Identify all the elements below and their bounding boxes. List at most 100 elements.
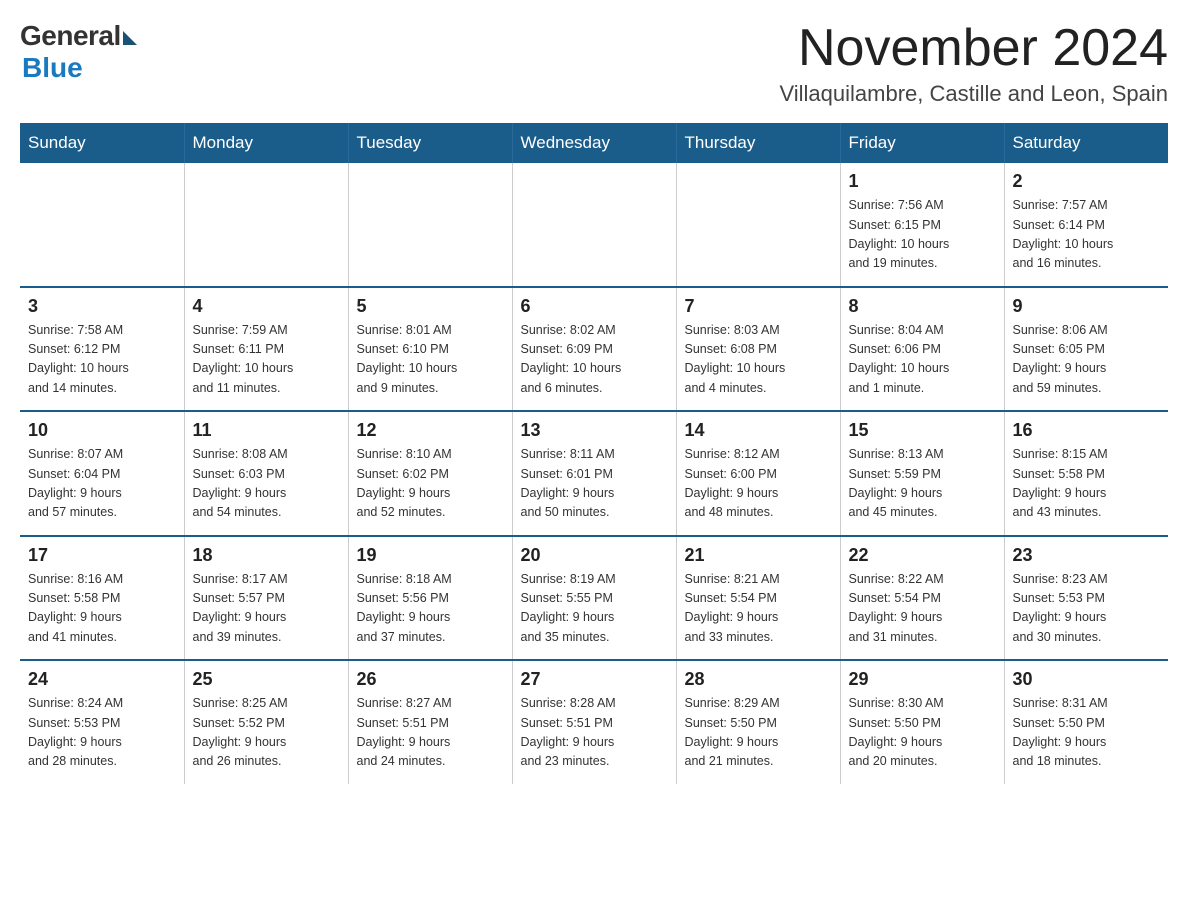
day-number: 1 — [849, 171, 996, 192]
logo-blue-text: Blue — [22, 52, 83, 84]
day-number: 29 — [849, 669, 996, 690]
day-number: 15 — [849, 420, 996, 441]
day-number: 2 — [1013, 171, 1161, 192]
day-cell: 29 Sunrise: 8:30 AM Sunset: 5:50 PM Dayli… — [840, 660, 1004, 784]
day-cell: 13 Sunrise: 8:11 AM Sunset: 6:01 PM Dayli… — [512, 411, 676, 536]
day-cell: 27 Sunrise: 8:28 AM Sunset: 5:51 PM Dayli… — [512, 660, 676, 784]
day-info: Sunrise: 7:59 AM Sunset: 6:11 PM Dayligh… — [193, 321, 340, 399]
day-cell: 15 Sunrise: 8:13 AM Sunset: 5:59 PM Dayli… — [840, 411, 1004, 536]
day-info: Sunrise: 7:57 AM Sunset: 6:14 PM Dayligh… — [1013, 196, 1161, 274]
location-subtitle: Villaquilambre, Castille and Leon, Spain — [779, 81, 1168, 107]
day-info: Sunrise: 8:13 AM Sunset: 5:59 PM Dayligh… — [849, 445, 996, 523]
day-info: Sunrise: 8:04 AM Sunset: 6:06 PM Dayligh… — [849, 321, 996, 399]
logo-general-text: General — [20, 20, 121, 52]
day-number: 7 — [685, 296, 832, 317]
logo-arrow-icon — [123, 31, 137, 45]
day-info: Sunrise: 8:17 AM Sunset: 5:57 PM Dayligh… — [193, 570, 340, 648]
day-cell: 17Sunrise: 8:16 AM Sunset: 5:58 PM Dayli… — [20, 536, 184, 661]
day-cell — [20, 163, 184, 287]
day-info: Sunrise: 8:15 AM Sunset: 5:58 PM Dayligh… — [1013, 445, 1161, 523]
day-cell: 16 Sunrise: 8:15 AM Sunset: 5:58 PM Dayli… — [1004, 411, 1168, 536]
header: General Blue November 2024 Villaquilambr… — [20, 20, 1168, 107]
day-number: 9 — [1013, 296, 1161, 317]
calendar-header: SundayMondayTuesdayWednesdayThursdayFrid… — [20, 123, 1168, 163]
day-cell: 8 Sunrise: 8:04 AM Sunset: 6:06 PM Daylig… — [840, 287, 1004, 412]
day-cell: 18 Sunrise: 8:17 AM Sunset: 5:57 PM Dayli… — [184, 536, 348, 661]
day-cell: 25 Sunrise: 8:25 AM Sunset: 5:52 PM Dayli… — [184, 660, 348, 784]
day-number: 3 — [28, 296, 176, 317]
day-cell: 5 Sunrise: 8:01 AM Sunset: 6:10 PM Daylig… — [348, 287, 512, 412]
day-cell: 2 Sunrise: 7:57 AM Sunset: 6:14 PM Daylig… — [1004, 163, 1168, 287]
day-cell: 9Sunrise: 8:06 AM Sunset: 6:05 PM Daylig… — [1004, 287, 1168, 412]
day-info: Sunrise: 8:03 AM Sunset: 6:08 PM Dayligh… — [685, 321, 832, 399]
day-number: 10 — [28, 420, 176, 441]
day-info: Sunrise: 8:07 AM Sunset: 6:04 PM Dayligh… — [28, 445, 176, 523]
day-number: 11 — [193, 420, 340, 441]
day-info: Sunrise: 8:18 AM Sunset: 5:56 PM Dayligh… — [357, 570, 504, 648]
day-cell: 24 Sunrise: 8:24 AM Sunset: 5:53 PM Dayli… — [20, 660, 184, 784]
day-info: Sunrise: 7:56 AM Sunset: 6:15 PM Dayligh… — [849, 196, 996, 274]
day-cell: 10 Sunrise: 8:07 AM Sunset: 6:04 PM Dayli… — [20, 411, 184, 536]
day-info: Sunrise: 8:31 AM Sunset: 5:50 PM Dayligh… — [1013, 694, 1161, 772]
day-cell: 21Sunrise: 8:21 AM Sunset: 5:54 PM Dayli… — [676, 536, 840, 661]
day-number: 24 — [28, 669, 176, 690]
week-row-4: 17Sunrise: 8:16 AM Sunset: 5:58 PM Dayli… — [20, 536, 1168, 661]
day-cell: 6 Sunrise: 8:02 AM Sunset: 6:09 PM Daylig… — [512, 287, 676, 412]
day-number: 20 — [521, 545, 668, 566]
day-number: 16 — [1013, 420, 1161, 441]
day-cell: 26 Sunrise: 8:27 AM Sunset: 5:51 PM Dayli… — [348, 660, 512, 784]
day-cell — [184, 163, 348, 287]
day-number: 19 — [357, 545, 504, 566]
day-number: 5 — [357, 296, 504, 317]
day-number: 30 — [1013, 669, 1161, 690]
day-number: 25 — [193, 669, 340, 690]
day-number: 13 — [521, 420, 668, 441]
calendar-table: SundayMondayTuesdayWednesdayThursdayFrid… — [20, 123, 1168, 784]
header-cell-sunday: Sunday — [20, 123, 184, 163]
day-cell: 30 Sunrise: 8:31 AM Sunset: 5:50 PM Dayli… — [1004, 660, 1168, 784]
day-cell — [348, 163, 512, 287]
week-row-5: 24 Sunrise: 8:24 AM Sunset: 5:53 PM Dayli… — [20, 660, 1168, 784]
day-info: Sunrise: 8:01 AM Sunset: 6:10 PM Dayligh… — [357, 321, 504, 399]
day-info: Sunrise: 8:25 AM Sunset: 5:52 PM Dayligh… — [193, 694, 340, 772]
day-cell: 4Sunrise: 7:59 AM Sunset: 6:11 PM Daylig… — [184, 287, 348, 412]
day-number: 26 — [357, 669, 504, 690]
day-number: 28 — [685, 669, 832, 690]
day-number: 22 — [849, 545, 996, 566]
day-info: Sunrise: 8:12 AM Sunset: 6:00 PM Dayligh… — [685, 445, 832, 523]
header-cell-friday: Friday — [840, 123, 1004, 163]
header-cell-monday: Monday — [184, 123, 348, 163]
day-cell: 3Sunrise: 7:58 AM Sunset: 6:12 PM Daylig… — [20, 287, 184, 412]
day-cell: 14 Sunrise: 8:12 AM Sunset: 6:00 PM Dayli… — [676, 411, 840, 536]
day-number: 6 — [521, 296, 668, 317]
day-info: Sunrise: 8:23 AM Sunset: 5:53 PM Dayligh… — [1013, 570, 1161, 648]
day-number: 18 — [193, 545, 340, 566]
day-info: Sunrise: 8:11 AM Sunset: 6:01 PM Dayligh… — [521, 445, 668, 523]
day-number: 27 — [521, 669, 668, 690]
day-info: Sunrise: 8:24 AM Sunset: 5:53 PM Dayligh… — [28, 694, 176, 772]
day-number: 17 — [28, 545, 176, 566]
day-info: Sunrise: 8:30 AM Sunset: 5:50 PM Dayligh… — [849, 694, 996, 772]
week-row-3: 10 Sunrise: 8:07 AM Sunset: 6:04 PM Dayli… — [20, 411, 1168, 536]
day-number: 14 — [685, 420, 832, 441]
header-cell-tuesday: Tuesday — [348, 123, 512, 163]
day-info: Sunrise: 8:27 AM Sunset: 5:51 PM Dayligh… — [357, 694, 504, 772]
day-cell — [676, 163, 840, 287]
day-number: 21 — [685, 545, 832, 566]
day-number: 8 — [849, 296, 996, 317]
header-cell-saturday: Saturday — [1004, 123, 1168, 163]
day-info: Sunrise: 8:29 AM Sunset: 5:50 PM Dayligh… — [685, 694, 832, 772]
day-cell: 23Sunrise: 8:23 AM Sunset: 5:53 PM Dayli… — [1004, 536, 1168, 661]
day-info: Sunrise: 8:28 AM Sunset: 5:51 PM Dayligh… — [521, 694, 668, 772]
logo: General Blue — [20, 20, 137, 84]
day-cell: 28 Sunrise: 8:29 AM Sunset: 5:50 PM Dayli… — [676, 660, 840, 784]
day-cell: 12Sunrise: 8:10 AM Sunset: 6:02 PM Dayli… — [348, 411, 512, 536]
day-cell: 1 Sunrise: 7:56 AM Sunset: 6:15 PM Daylig… — [840, 163, 1004, 287]
day-info: Sunrise: 8:19 AM Sunset: 5:55 PM Dayligh… — [521, 570, 668, 648]
day-cell: 20 Sunrise: 8:19 AM Sunset: 5:55 PM Dayli… — [512, 536, 676, 661]
title-area: November 2024 Villaquilambre, Castille a… — [779, 20, 1168, 107]
day-cell: 22Sunrise: 8:22 AM Sunset: 5:54 PM Dayli… — [840, 536, 1004, 661]
day-info: Sunrise: 8:02 AM Sunset: 6:09 PM Dayligh… — [521, 321, 668, 399]
week-row-2: 3Sunrise: 7:58 AM Sunset: 6:12 PM Daylig… — [20, 287, 1168, 412]
day-info: Sunrise: 8:08 AM Sunset: 6:03 PM Dayligh… — [193, 445, 340, 523]
